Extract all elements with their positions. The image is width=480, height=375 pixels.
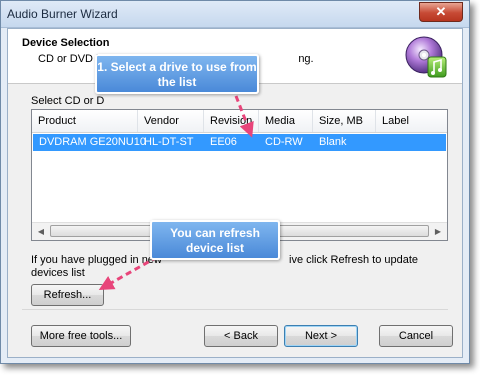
select-drive-callout: 1. Select a drive to use from the list bbox=[95, 54, 259, 94]
column-size[interactable]: Size, MB bbox=[313, 110, 376, 132]
cell-size: Blank bbox=[319, 136, 347, 148]
close-icon: ✕ bbox=[435, 4, 447, 19]
table-header: Product Vendor Revision Media Size, MB L… bbox=[32, 110, 447, 133]
title-bar: Audio Burner Wizard ✕ bbox=[1, 1, 469, 28]
cell-product: DVDRAM GE20NU10 bbox=[39, 136, 146, 148]
more-tools-button[interactable]: More free tools... bbox=[31, 325, 131, 347]
close-button[interactable]: ✕ bbox=[419, 2, 463, 22]
select-drive-callout-text: 1. Select a drive to use from the list bbox=[97, 60, 257, 89]
table-row[interactable]: DVDRAM GE20NU10 HL-DT-ST EE06 CD-RW Blan… bbox=[33, 134, 446, 151]
page-title: Device Selection bbox=[22, 37, 110, 49]
hint-line1-right: ive click Refresh to update bbox=[289, 254, 419, 266]
device-list-label: Select CD or D bbox=[31, 95, 104, 107]
next-button[interactable]: Next > bbox=[284, 325, 358, 347]
scroll-right-icon[interactable]: ▶ bbox=[430, 224, 446, 239]
page-description-right: ng. bbox=[298, 53, 314, 65]
hint-line1-left: If you have plugged in new bbox=[31, 254, 162, 266]
window-title: Audio Burner Wizard bbox=[7, 7, 118, 21]
cell-vendor: HL-DT-ST bbox=[144, 136, 194, 148]
column-revision[interactable]: Revision bbox=[204, 110, 259, 132]
hint-line2: devices list bbox=[31, 267, 85, 279]
device-list-label-left: Select CD or D bbox=[31, 95, 105, 107]
column-vendor[interactable]: Vendor bbox=[138, 110, 204, 132]
footer-divider bbox=[22, 309, 448, 310]
column-media[interactable]: Media bbox=[259, 110, 313, 132]
cancel-button[interactable]: Cancel bbox=[379, 325, 453, 347]
cell-label bbox=[376, 134, 382, 151]
cell-media: CD-RW bbox=[265, 136, 303, 148]
cd-music-icon bbox=[405, 36, 447, 78]
back-button[interactable]: < Back bbox=[204, 325, 278, 347]
column-product[interactable]: Product bbox=[32, 110, 138, 132]
refresh-callout: You can refresh device list bbox=[150, 220, 280, 260]
cell-revision: EE06 bbox=[210, 136, 237, 148]
refresh-callout-text: You can refresh device list bbox=[170, 226, 260, 255]
page-description-left: CD or DVD b bbox=[38, 53, 103, 65]
refresh-button[interactable]: Refresh... bbox=[31, 284, 104, 306]
column-label[interactable]: Label bbox=[376, 110, 447, 132]
scroll-left-icon[interactable]: ◀ bbox=[33, 224, 49, 239]
